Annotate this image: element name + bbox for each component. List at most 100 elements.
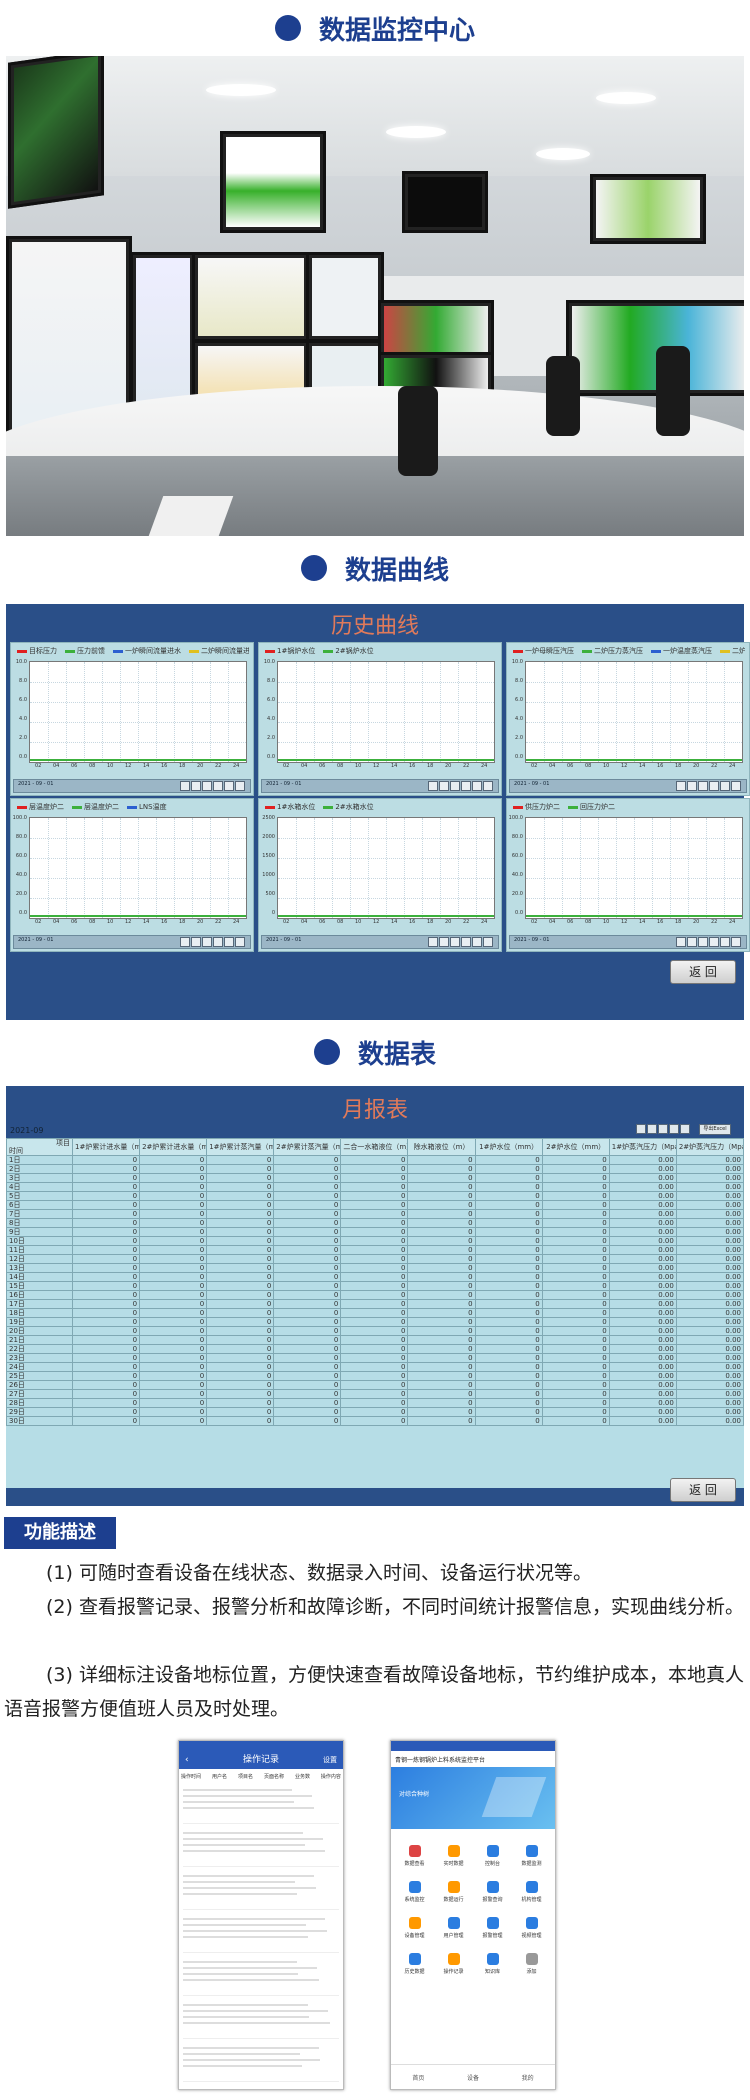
- platform-menu-item[interactable]: 数据运行: [434, 1881, 473, 1903]
- platform-menu-item[interactable]: 历史数据: [395, 1953, 434, 1975]
- table-cell: 0: [273, 1182, 342, 1192]
- table-cell: 0.00: [675, 1371, 745, 1381]
- chart-nav-button[interactable]: [428, 937, 438, 947]
- table-column-header: 1#炉累计蒸汽量（m3）: [206, 1138, 275, 1156]
- chart-date-control[interactable]: 2021 - 09 - 01: [261, 935, 499, 949]
- chart-nav-button[interactable]: [720, 937, 730, 947]
- platform-menu-item[interactable]: 添加: [512, 1953, 551, 1975]
- first-page-button[interactable]: [636, 1124, 646, 1134]
- chart-nav-button[interactable]: [461, 937, 471, 947]
- x-tick-label: 02: [283, 763, 290, 769]
- chart-nav-button[interactable]: [472, 937, 482, 947]
- table-cell: 0: [340, 1254, 409, 1264]
- platform-menu-item[interactable]: 视频管理: [512, 1917, 551, 1939]
- chart-date-control[interactable]: 2021 - 09 - 01: [13, 779, 251, 793]
- chart-nav-button[interactable]: [439, 781, 449, 791]
- x-tick-label: 08: [89, 763, 96, 769]
- phone-operation-log: ‹ 操作记录 设置 操作时间 用户名 项目名 页面名称 业务数 操作内容: [178, 1740, 344, 2090]
- chart-nav-button[interactable]: [180, 781, 190, 791]
- oplog-row[interactable]: [183, 1914, 339, 1953]
- back-icon[interactable]: ‹: [185, 1751, 189, 1769]
- oplog-row[interactable]: [183, 2043, 339, 2082]
- chart-date-control[interactable]: 2021 - 09 - 01: [13, 935, 251, 949]
- chart-nav-button[interactable]: [191, 937, 201, 947]
- table-cell: 0: [206, 1407, 275, 1417]
- section-title-table: 数据表: [0, 1030, 750, 1074]
- chart-nav-button[interactable]: [483, 937, 493, 947]
- table-cell: 0.00: [608, 1254, 677, 1264]
- chart-nav-button[interactable]: [224, 937, 234, 947]
- tabbar-item[interactable]: 首页: [412, 2073, 424, 2082]
- chart-nav-button[interactable]: [202, 781, 212, 791]
- chart-date-control[interactable]: 2021 - 09 - 01: [509, 779, 747, 793]
- platform-menu-item[interactable]: 机构管理: [512, 1881, 551, 1903]
- chart-date-control[interactable]: 2021 - 09 - 01: [261, 779, 499, 793]
- platform-menu-item[interactable]: 报警查询: [473, 1881, 512, 1903]
- chart-nav-button[interactable]: [450, 937, 460, 947]
- chart-plot-area: [29, 661, 247, 763]
- last-page-button[interactable]: [669, 1124, 679, 1134]
- oplog-row[interactable]: [183, 1785, 339, 1824]
- chart-nav-button[interactable]: [698, 937, 708, 947]
- chart-nav-button[interactable]: [698, 781, 708, 791]
- table-cell: 0: [407, 1326, 476, 1336]
- chart-nav-button[interactable]: [709, 937, 719, 947]
- table-row: 22日 0 0 0 0 0 0 0 0 0.00 0.00: [6, 1344, 745, 1354]
- platform-menu-item[interactable]: 数据查看: [395, 1845, 434, 1867]
- oplog-row[interactable]: [183, 1828, 339, 1867]
- next-page-button[interactable]: [658, 1124, 668, 1134]
- chart-nav-button[interactable]: [676, 937, 686, 947]
- legend-item: 层温度炉二: [72, 802, 119, 812]
- chart-nav-button[interactable]: [687, 781, 697, 791]
- chart-nav-button[interactable]: [428, 781, 438, 791]
- history-return-button[interactable]: 返 回: [670, 960, 736, 984]
- export-excel-button[interactable]: 导出Excel: [699, 1124, 731, 1135]
- chart-nav-button[interactable]: [720, 781, 730, 791]
- refresh-button[interactable]: [680, 1124, 690, 1134]
- chart-nav-button[interactable]: [731, 781, 741, 791]
- oplog-row[interactable]: [183, 1871, 339, 1910]
- chart-nav-button[interactable]: [439, 937, 449, 947]
- table-cell: 0: [139, 1371, 208, 1381]
- chart-nav-button[interactable]: [687, 937, 697, 947]
- platform-menu-item[interactable]: 知识库: [473, 1953, 512, 1975]
- chart-nav-button[interactable]: [213, 937, 223, 947]
- table-cell: 0: [474, 1353, 543, 1363]
- chart-nav-button[interactable]: [224, 781, 234, 791]
- tabbar-item[interactable]: 我的: [522, 2073, 534, 2082]
- platform-menu-item[interactable]: 实时数据: [434, 1845, 473, 1867]
- chart-nav-button[interactable]: [180, 937, 190, 947]
- x-tick-label: 14: [391, 919, 398, 925]
- platform-menu-item[interactable]: 用户管理: [434, 1917, 473, 1939]
- chart-nav-button[interactable]: [676, 781, 686, 791]
- platform-menu-item[interactable]: 操作记录: [434, 1953, 473, 1975]
- chart-nav-button[interactable]: [709, 781, 719, 791]
- platform-menu-item[interactable]: 数据监测: [512, 1845, 551, 1867]
- chart-nav-button[interactable]: [450, 781, 460, 791]
- chart-nav-button[interactable]: [191, 781, 201, 791]
- chart-nav-button[interactable]: [461, 781, 471, 791]
- tabbar-item[interactable]: 设备: [467, 2073, 479, 2082]
- chart-nav-button[interactable]: [472, 781, 482, 791]
- menu-label: 知识库: [484, 1969, 500, 1975]
- platform-menu-item[interactable]: 控制台: [473, 1845, 512, 1867]
- table-column-header: 2#炉水位（mm）: [541, 1138, 610, 1156]
- oplog-row[interactable]: [183, 2000, 339, 2039]
- chart-date-control[interactable]: 2021 - 09 - 01: [509, 935, 747, 949]
- platform-menu-item[interactable]: 设备管理: [395, 1917, 434, 1939]
- platform-menu-item[interactable]: 报警管理: [473, 1917, 512, 1939]
- oplog-row[interactable]: [183, 1957, 339, 1996]
- oplog-column-header: 操作内容: [320, 1774, 341, 1780]
- table-row: 30日 0 0 0 0 0 0 0 0 0.00 0.00: [6, 1416, 745, 1426]
- chart-nav-button[interactable]: [483, 781, 493, 791]
- chart-nav-button[interactable]: [202, 937, 212, 947]
- chart-nav-button[interactable]: [731, 937, 741, 947]
- platform-menu-item[interactable]: 系统监控: [395, 1881, 434, 1903]
- legend-label: 供压力炉二: [525, 803, 560, 811]
- chart-nav-button[interactable]: [213, 781, 223, 791]
- prev-page-button[interactable]: [647, 1124, 657, 1134]
- chart-nav-button[interactable]: [235, 937, 245, 947]
- chart-nav-button[interactable]: [235, 781, 245, 791]
- oplog-settings-link[interactable]: 设置: [323, 1751, 337, 1769]
- month-return-button[interactable]: 返 回: [670, 1478, 736, 1502]
